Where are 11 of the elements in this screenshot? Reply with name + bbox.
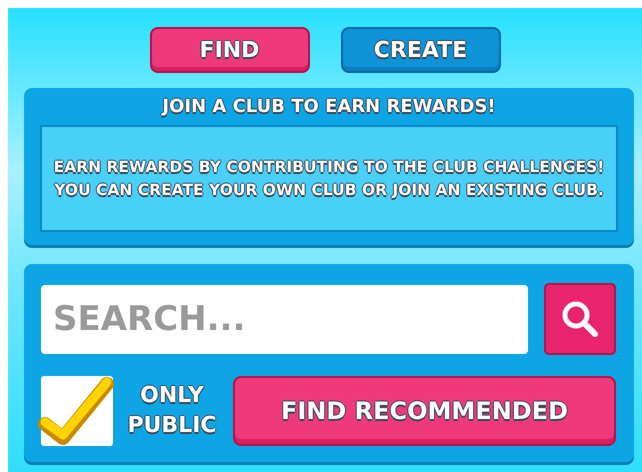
- checkbox[interactable]: [41, 376, 113, 446]
- checkmark-icon: [35, 376, 115, 446]
- info-text: EARN REWARDS BY CONTRIBUTING TO THE CLUB CHALLENGES! YOU CAN CREATE YOUR OWN CLUB OR JOIN AN EXISTING CLUB.: [52, 156, 606, 200]
- tab[interactable]: CREATE: [340, 27, 500, 73]
- info-title: JOIN A CLUB TO EARN REWARDS!: [160, 96, 497, 117]
- search-icon: [560, 299, 600, 339]
- find-recommended-button[interactable]: FIND RECOMMENDED: [233, 376, 616, 446]
- tab[interactable]: FIND: [150, 27, 310, 73]
- search-button[interactable]: [544, 283, 616, 355]
- search-field[interactable]: SEARCH...: [41, 284, 528, 354]
- checkbox-label: ONLY PUBLIC: [126, 382, 218, 440]
